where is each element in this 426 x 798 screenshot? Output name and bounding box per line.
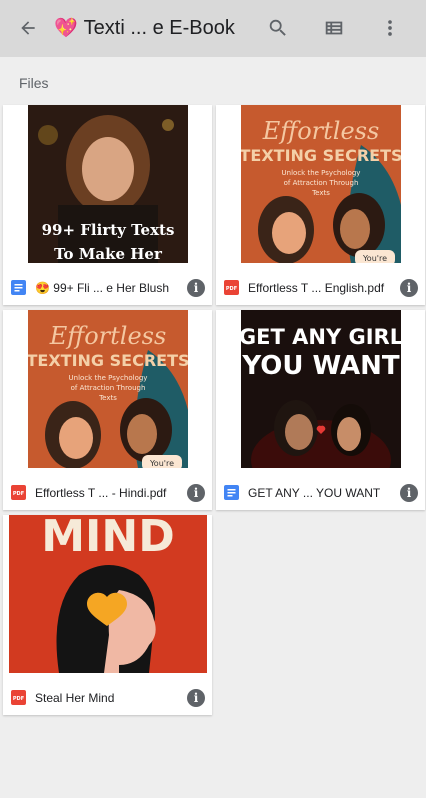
file-name: Steal Her Mind xyxy=(35,691,115,705)
info-icon[interactable]: i xyxy=(187,279,205,297)
more-options-button[interactable] xyxy=(376,14,404,42)
pdf-icon: PDF xyxy=(11,485,26,500)
list-view-button[interactable] xyxy=(320,14,348,42)
file-thumbnail: 99+ Flirty Texts To Make Her xyxy=(3,105,212,263)
more-vert-icon xyxy=(388,20,392,36)
file-card[interactable]: MIND PDF Steal Her Mind i xyxy=(3,515,212,715)
thumb-text-line1: Effortless xyxy=(261,117,379,145)
info-icon[interactable]: i xyxy=(187,689,205,707)
search-button[interactable] xyxy=(264,14,292,42)
thumb-text-line2: To Make Her xyxy=(54,245,163,263)
file-name: GET ANY ... YOU WANT xyxy=(248,486,381,500)
thumb-text-line3: Unlock the Psychology xyxy=(68,374,147,382)
google-doc-icon xyxy=(11,280,26,295)
file-card[interactable]: Effortless TEXTING SECRETS Unlock the Ps… xyxy=(3,310,212,510)
page-title: 💖 Texti ... e E-Book xyxy=(54,14,235,42)
file-name: 😍 99+ Fli ... e Her Blush xyxy=(35,281,169,295)
title-emoji: 💖 xyxy=(54,18,78,39)
info-icon[interactable]: i xyxy=(187,484,205,502)
file-thumbnail: Effortless TEXTING SECRETS Unlock the Ps… xyxy=(216,105,425,263)
list-view-icon xyxy=(325,21,343,35)
thumb-text-line6: You're xyxy=(148,459,173,468)
file-thumbnail: Effortless TEXTING SECRETS Unlock the Ps… xyxy=(3,310,212,468)
file-card[interactable]: GET ANY GIRL YOU WANT GET ANY ... YOU WA… xyxy=(216,310,425,510)
thumb-text-line4: of Attraction Through xyxy=(283,179,358,187)
thumb-text-line5: Texts xyxy=(311,189,330,197)
pdf-icon-label: PDF xyxy=(13,491,24,497)
thumb-text-line1: MIND xyxy=(41,515,175,562)
google-doc-icon xyxy=(224,485,239,500)
thumb-text-line1: GET ANY GIRL xyxy=(241,325,401,349)
thumb-text-line4: of Attraction Through xyxy=(70,384,145,392)
search-icon xyxy=(269,19,286,36)
pdf-icon: PDF xyxy=(224,280,239,295)
file-thumbnail: MIND xyxy=(3,515,212,673)
thumb-text-line3: Unlock the Psychology xyxy=(281,169,360,177)
thumb-text-line6: You're xyxy=(361,254,386,263)
file-thumbnail: GET ANY GIRL YOU WANT xyxy=(216,310,425,468)
files-section-label: Files xyxy=(19,75,49,91)
back-arrow-icon xyxy=(21,21,35,35)
pdf-icon-label: PDF xyxy=(226,286,237,292)
file-name: Effortless T ... English.pdf xyxy=(248,281,385,295)
thumb-text-line2: TEXTING SECRETS xyxy=(241,146,401,165)
title-text: Texti ... e E-Book xyxy=(83,17,235,39)
app-bar: 💖 Texti ... e E-Book xyxy=(0,0,426,57)
thumb-text-line5: Texts xyxy=(98,394,117,402)
file-card[interactable]: Effortless TEXTING SECRETS Unlock the Ps… xyxy=(216,105,425,305)
info-icon[interactable]: i xyxy=(400,279,418,297)
file-card[interactable]: 99+ Flirty Texts To Make Her 😍 99+ Fli .… xyxy=(3,105,212,305)
thumb-text-line1: 99+ Flirty Texts xyxy=(41,221,174,239)
pdf-icon: PDF xyxy=(11,690,26,705)
thumb-text-line2: TEXTING SECRETS xyxy=(28,351,188,370)
back-button[interactable] xyxy=(14,14,42,42)
thumb-text-line1: Effortless xyxy=(48,322,166,350)
info-icon[interactable]: i xyxy=(400,484,418,502)
file-name: Effortless T ... - Hindi.pdf xyxy=(35,486,167,500)
pdf-icon-label: PDF xyxy=(13,696,24,702)
thumb-text-line2: YOU WANT xyxy=(241,351,400,381)
